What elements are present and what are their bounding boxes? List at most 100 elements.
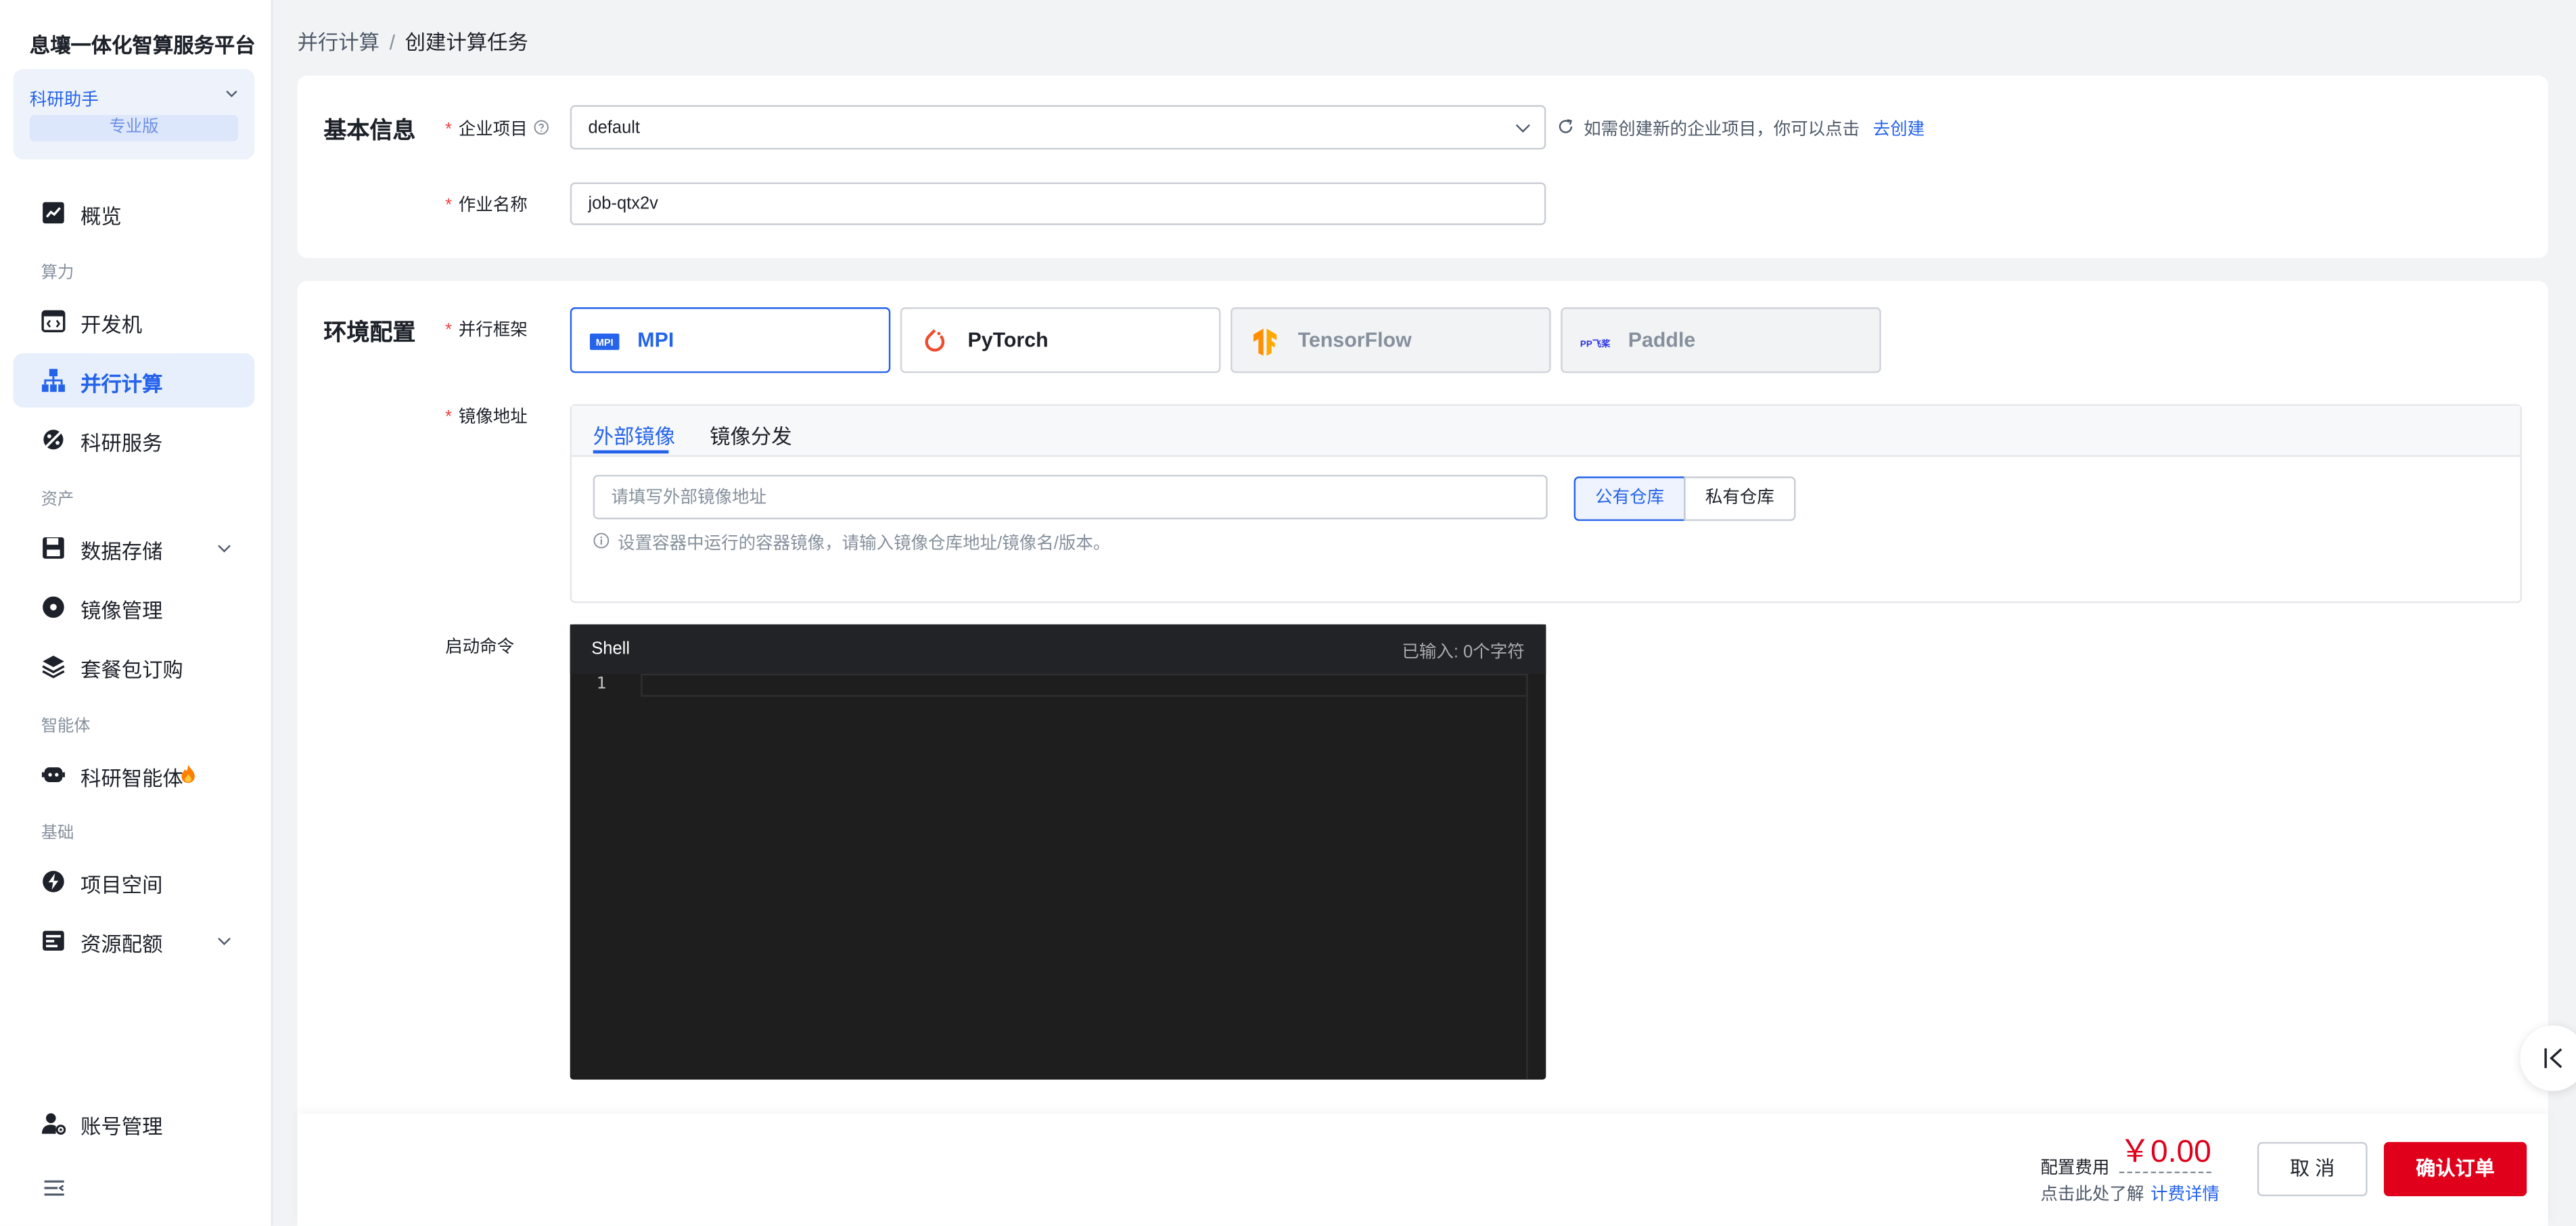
private-repo-button[interactable]: 私有仓库 <box>1684 476 1796 521</box>
sidebar: 息壤一体化智算服务平台 科研助手 专业版 概览 算力 开发机 并行计算 科研服务… <box>0 0 273 1226</box>
disc-icon <box>43 596 64 618</box>
fire-icon <box>181 765 195 784</box>
job-name-label: * 作业名称 <box>445 196 528 216</box>
breadcrumb-parent[interactable]: 并行计算 <box>298 31 380 54</box>
sidebar-item-label: 数据存储 <box>80 541 163 564</box>
fee-detail-prefix: 点击此处了解 <box>2040 1185 2144 1205</box>
project-label-text: 企业项目 <box>458 120 528 140</box>
project-label: * 企业项目 <box>445 120 528 140</box>
create-hint-text: 如需创建新的企业项目，你可以点击 <box>1584 120 1860 140</box>
chevron-down-icon <box>218 937 231 945</box>
layers-icon <box>42 656 65 679</box>
job-name-input[interactable]: job-qtx2v <box>570 182 1546 225</box>
fee-detail: 点击此处了解 计费详情 <box>2040 1181 2220 1206</box>
section-label: 基础 <box>41 825 74 843</box>
paddle-badge-text: PP飞桨 <box>1580 338 1610 348</box>
fee-value: ￥0.00 <box>2119 1135 2211 1174</box>
mpi-logo-icon: MPI <box>589 334 620 350</box>
collapse-left-icon <box>2544 1048 2562 1068</box>
project-select[interactable]: default <box>570 105 1546 150</box>
refresh-icon[interactable] <box>1557 118 1573 135</box>
public-repo-button[interactable]: 公有仓库 <box>1573 476 1686 521</box>
sidebar-item-label: 账号管理 <box>80 1116 163 1139</box>
sidebar-item-parallel[interactable]: 并行计算 <box>13 353 255 408</box>
collapse-menu-icon[interactable] <box>41 1175 68 1201</box>
sidebar-item-projects[interactable]: 项目空间 <box>13 855 254 909</box>
section-label: 资产 <box>41 491 74 509</box>
framework-mpi-option[interactable]: MPI MPI <box>570 307 891 373</box>
sidebar-item-overview[interactable]: 概览 <box>13 185 254 240</box>
sidebar-item-storage[interactable]: 数据存储 <box>13 521 254 575</box>
lightning-icon <box>43 871 64 892</box>
current-line-highlight <box>641 673 1528 697</box>
sidebar-item-devbox[interactable]: 开发机 <box>13 294 254 348</box>
sidebar-item-label: 科研智能体 <box>80 767 183 791</box>
tab-image-distribution[interactable]: 镜像分发 <box>710 419 791 450</box>
confirm-order-button[interactable]: 确认订单 <box>2383 1141 2527 1197</box>
framework-paddle-option[interactable]: PP飞桨 Paddle <box>1561 307 1881 373</box>
fee-label: 配置费用 <box>2040 1158 2110 1179</box>
section-title: 环境配置 <box>323 319 416 346</box>
sidebar-item-agent[interactable]: 科研智能体 <box>13 748 254 802</box>
section-label: 算力 <box>41 265 74 283</box>
image-panel: 外部镜像 镜像分发 请填写外部镜像地址 公有仓库 私有仓库 设置容器中运行的容器… <box>570 404 2522 604</box>
framework-pytorch-option[interactable]: PyTorch <box>900 307 1221 373</box>
editor-language: Shell <box>591 639 630 659</box>
brand-title: 息壤一体化智算服务平台 <box>29 35 256 58</box>
mpi-badge-text: MPI <box>596 338 614 348</box>
chevron-down-icon <box>218 545 231 553</box>
paddle-logo-icon: PP飞桨 <box>1580 338 1610 348</box>
sidebar-item-images[interactable]: 镜像管理 <box>13 580 254 634</box>
sidebar-item-label: 套餐包订购 <box>80 658 183 682</box>
editor-header: Shell 已输入: 0个字符 <box>570 624 1546 674</box>
command-editor[interactable]: Shell 已输入: 0个字符 1 <box>570 624 1546 1080</box>
framework-pytorch-label: PyTorch <box>967 328 1049 352</box>
framework-mpi-label: MPI <box>637 328 674 352</box>
image-label: * 镜像地址 <box>445 407 528 428</box>
framework-tensorflow-option[interactable]: TensorFlow <box>1230 307 1551 373</box>
sidebar-item-research-service[interactable]: 科研服务 <box>13 413 254 467</box>
workspace-switcher[interactable]: 科研助手 专业版 <box>13 69 255 160</box>
hierarchy-icon <box>41 369 65 392</box>
sidebar-item-account[interactable]: 账号管理 <box>13 1096 254 1150</box>
fee-detail-link[interactable]: 计费详情 <box>2150 1185 2220 1204</box>
section-label: 智能体 <box>41 718 91 737</box>
robot-icon <box>41 767 65 783</box>
chevron-down-icon <box>226 90 237 97</box>
editor-scrollbar-track[interactable] <box>1526 673 1528 1080</box>
section-title: 基本信息 <box>323 116 416 143</box>
sidebar-item-label: 资源配额 <box>80 933 163 957</box>
sidebar-item-label: 镜像管理 <box>80 599 163 623</box>
active-tab-indicator <box>593 450 669 454</box>
sidebar-item-label: 科研服务 <box>80 432 163 455</box>
tab-external-image[interactable]: 外部镜像 <box>593 419 675 450</box>
line-number: 1 <box>596 675 607 694</box>
framework-label: * 并行框架 <box>445 320 528 340</box>
image-url-input[interactable]: 请填写外部镜像地址 <box>593 474 1548 520</box>
sidebar-item-packages[interactable]: 套餐包订购 <box>13 639 254 694</box>
basic-info-card: 基本信息 * 企业项目 default 如需创建新的企业项目，你可以点击 去创建 *… <box>297 75 2548 258</box>
sidebar-item-quota[interactable]: 资源配额 <box>13 913 254 968</box>
info-icon <box>593 532 610 549</box>
code-window-icon <box>41 310 66 333</box>
chevron-down-icon <box>1515 124 1530 133</box>
image-tabs: 外部镜像 镜像分发 <box>572 405 2521 457</box>
floppy-disk-icon <box>43 537 64 559</box>
sidebar-item-label: 概览 <box>80 205 122 229</box>
sidebar-item-label: 并行计算 <box>80 373 163 396</box>
order-footer: 配置费用 ￥0.00 点击此处了解 计费详情 取 消 确认订单 <box>297 1114 2548 1226</box>
command-label: 启动命令 <box>445 637 515 658</box>
research-service-icon <box>43 430 64 450</box>
image-hint: 设置容器中运行的容器镜像，请输入镜像仓库地址/镜像名/版本。 <box>618 534 1111 554</box>
create-project-hint: 如需创建新的企业项目，你可以点击 去创建 <box>1584 116 1925 141</box>
quota-icon <box>43 930 64 951</box>
sidebar-item-label: 项目空间 <box>80 874 163 898</box>
create-project-link[interactable]: 去创建 <box>1873 120 1925 139</box>
cancel-button[interactable]: 取 消 <box>2257 1141 2368 1197</box>
framework-paddle-label: Paddle <box>1628 328 1696 352</box>
framework-tensorflow-label: TensorFlow <box>1297 328 1412 352</box>
help-icon[interactable] <box>534 120 549 135</box>
framework-label-text: 并行框架 <box>458 320 528 340</box>
pytorch-logo-icon <box>925 329 945 352</box>
plan-badge: 专业版 <box>29 115 239 141</box>
